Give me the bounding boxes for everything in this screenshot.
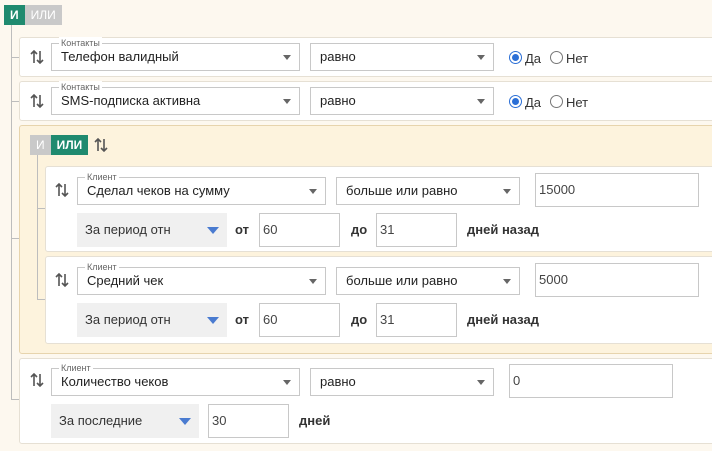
radio-no-sms[interactable] <box>550 95 563 108</box>
chevron-down-icon <box>283 380 291 385</box>
radio-no-phone[interactable] <box>550 51 563 64</box>
operator-select-phone[interactable]: равно <box>310 43 494 71</box>
group-or-button[interactable]: ИЛИ <box>50 135 89 155</box>
radio-yes-phone[interactable] <box>509 51 522 64</box>
days-input[interactable]: 30 <box>208 404 289 438</box>
chevron-down-icon <box>477 55 485 60</box>
from-label: от <box>235 222 249 237</box>
to-label: до <box>351 312 368 327</box>
value-input-average-check[interactable]: 5000 <box>535 263 699 297</box>
chevron-down-icon <box>283 55 291 60</box>
to-label: до <box>351 222 368 237</box>
from-label: от <box>235 312 249 327</box>
operator-value: больше или равно <box>346 183 458 198</box>
field-select-value: SMS-подписка активна <box>61 93 201 108</box>
period-value: За период отн <box>85 222 171 237</box>
chevron-down-icon <box>309 279 317 284</box>
radio-yes-label: Да <box>525 95 542 110</box>
period-select-average-check[interactable]: За период отн <box>77 303 227 337</box>
sort-arrows-icon[interactable] <box>29 372 45 388</box>
tree-connector <box>11 399 19 400</box>
tree-connector <box>37 299 45 300</box>
tree-connector <box>37 208 45 209</box>
sort-arrows-icon[interactable] <box>54 182 70 198</box>
operator-select-check-sum[interactable]: больше или равно <box>336 177 520 205</box>
period-value: За последние <box>59 413 143 428</box>
period-value: За период отн <box>85 312 171 327</box>
operator-value: равно <box>320 374 356 389</box>
period-select-check-count[interactable]: За последние <box>51 404 199 438</box>
chevron-down-icon <box>179 418 191 425</box>
days-ago-label: дней назад <box>467 222 539 237</box>
chevron-down-icon <box>503 279 511 284</box>
sort-arrows-icon[interactable] <box>54 272 70 288</box>
from-days-input[interactable]: 60 <box>259 303 340 337</box>
chevron-down-icon <box>477 99 485 104</box>
days-label: дней <box>299 413 331 428</box>
chevron-down-icon <box>283 99 291 104</box>
chevron-down-icon <box>207 227 219 234</box>
period-select-check-sum[interactable]: За период отн <box>77 213 227 247</box>
from-days-input[interactable]: 60 <box>259 213 340 247</box>
sort-arrows-icon[interactable] <box>29 93 45 109</box>
field-category-label: Клиент <box>59 362 93 374</box>
group-tree-line <box>37 155 38 299</box>
root-logic-toggle: И ИЛИ <box>4 5 62 25</box>
chevron-down-icon <box>309 189 317 194</box>
days-ago-label: дней назад <box>467 312 539 327</box>
chevron-down-icon <box>503 189 511 194</box>
sort-arrows-icon[interactable] <box>29 49 45 65</box>
operator-select-average-check[interactable]: больше или равно <box>336 267 520 295</box>
field-category-label: Клиент <box>85 171 119 183</box>
value-input-check-sum[interactable]: 15000 <box>535 173 699 207</box>
field-category-label: Контакты <box>59 37 102 49</box>
to-days-input[interactable]: 31 <box>376 303 457 337</box>
chevron-down-icon <box>207 317 219 324</box>
radio-no-label: Нет <box>566 51 589 66</box>
field-category-label: Контакты <box>59 81 102 93</box>
field-select-value: Телефон валидный <box>61 49 179 64</box>
root-tree-line <box>11 25 12 400</box>
radio-yes-label: Да <box>525 51 542 66</box>
tree-connector <box>11 101 19 102</box>
root-and-button[interactable]: И <box>4 5 25 25</box>
operator-select-sms[interactable]: равно <box>310 87 494 115</box>
chevron-down-icon <box>477 380 485 385</box>
field-select-value: Сделал чеков на сумму <box>87 183 230 198</box>
radio-yes-sms[interactable] <box>509 95 522 108</box>
operator-select-check-count[interactable]: равно <box>310 368 494 396</box>
group-logic-toggle: И ИЛИ <box>30 135 89 155</box>
field-select-value: Количество чеков <box>61 374 169 389</box>
field-category-label: Клиент <box>85 261 119 273</box>
operator-value: равно <box>320 93 356 108</box>
operator-value: равно <box>320 49 356 64</box>
tree-connector <box>11 57 19 58</box>
tree-connector <box>11 238 19 239</box>
value-input-check-count[interactable]: 0 <box>509 364 673 398</box>
field-select-value: Средний чек <box>87 273 164 288</box>
radio-no-label: Нет <box>566 95 589 110</box>
operator-value: больше или равно <box>346 273 458 288</box>
root-or-button[interactable]: ИЛИ <box>24 5 62 25</box>
to-days-input[interactable]: 31 <box>376 213 457 247</box>
group-and-button[interactable]: И <box>30 135 51 155</box>
sort-arrows-icon[interactable] <box>93 137 109 153</box>
